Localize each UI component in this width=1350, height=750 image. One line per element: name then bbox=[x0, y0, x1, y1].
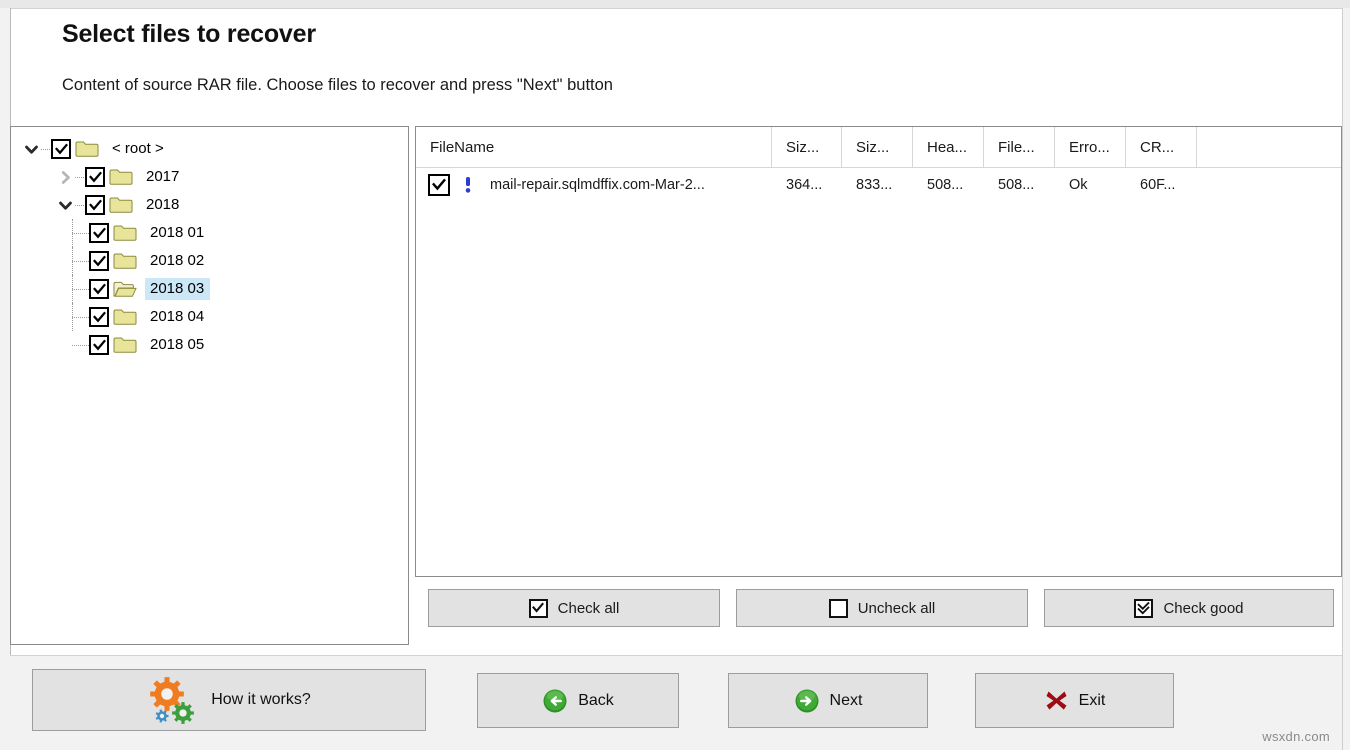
button-label: Next bbox=[829, 691, 863, 709]
tree-node-2018-02[interactable]: 2018 02 bbox=[21, 247, 408, 275]
window-top-strip bbox=[0, 0, 1350, 9]
tree-connector bbox=[75, 167, 85, 187]
tree-node-checkbox[interactable] bbox=[89, 279, 109, 299]
file-cell-1: 833... bbox=[856, 177, 893, 193]
column-header-hea-3[interactable]: Hea... bbox=[913, 127, 984, 167]
button-label: Back bbox=[578, 691, 614, 709]
tree-node-2018-04[interactable]: 2018 04 bbox=[21, 303, 408, 331]
checkbox-empty-icon bbox=[828, 598, 848, 618]
file-cell-5: 60F... bbox=[1140, 177, 1176, 193]
button-label: Check all bbox=[557, 599, 620, 617]
tree-node-checkbox[interactable] bbox=[85, 195, 105, 215]
tree-node-label: 2017 bbox=[146, 168, 180, 185]
column-header-file-4[interactable]: File... bbox=[984, 127, 1055, 167]
chevron-right-icon[interactable] bbox=[55, 167, 75, 187]
folder-closed-icon bbox=[113, 306, 139, 328]
button-label: How it works? bbox=[211, 691, 311, 708]
tree-node-checkbox[interactable] bbox=[85, 167, 105, 187]
tree-node-label: 2018 bbox=[146, 196, 180, 213]
file-name-cell: mail-repair.sqlmdffix.com-Mar-2... bbox=[490, 177, 705, 193]
checkbox-double-check-icon bbox=[1134, 598, 1154, 618]
tree-node-label: 2018 04 bbox=[150, 308, 205, 325]
column-header-filename-0[interactable]: FileName bbox=[416, 127, 772, 167]
checkbox-checked-icon bbox=[528, 598, 548, 618]
tree-node-checkbox[interactable] bbox=[51, 139, 71, 159]
tree-node-label: 2018 02 bbox=[150, 252, 205, 269]
column-header-siz-1[interactable]: Siz... bbox=[772, 127, 842, 167]
folder-tree-panel[interactable]: < root > 2017 2018 2018 01 2018 02 2018 03 201… bbox=[10, 126, 409, 645]
column-header-erro-5[interactable]: Erro... bbox=[1055, 127, 1126, 167]
tree-node-2018[interactable]: 2018 bbox=[21, 191, 408, 219]
tree-node-2018-01[interactable]: 2018 01 bbox=[21, 219, 408, 247]
folder-closed-icon bbox=[113, 334, 139, 356]
tree-node-checkbox[interactable] bbox=[89, 223, 109, 243]
page-subtitle: Content of source RAR file. Choose files… bbox=[62, 76, 613, 94]
file-cell-4: Ok bbox=[1069, 177, 1088, 193]
tree-node-2018-03[interactable]: 2018 03 bbox=[21, 275, 408, 303]
footer-toolbar: How it works? Back Next Exit wsxdn.com bbox=[10, 655, 1342, 750]
back-arrow-icon bbox=[542, 688, 568, 714]
tree-node-checkbox[interactable] bbox=[89, 307, 109, 327]
file-list-header: FileName Siz... Siz... Hea... File... Erro...… bbox=[416, 127, 1341, 168]
file-cell-2: 508... bbox=[927, 177, 964, 193]
tree-node-checkbox[interactable] bbox=[89, 251, 109, 271]
folder-closed-icon bbox=[75, 138, 101, 160]
exit-x-icon bbox=[1044, 688, 1069, 713]
page-title: Select files to recover bbox=[62, 20, 316, 48]
warning-icon bbox=[462, 176, 476, 195]
wizard-window: Select files to recover Content of sourc… bbox=[0, 0, 1350, 750]
file-cell-3: 508... bbox=[998, 177, 1035, 193]
next-button[interactable]: Next bbox=[728, 673, 928, 728]
tree-node-root[interactable]: < root > bbox=[21, 135, 408, 163]
folder-closed-icon bbox=[113, 222, 139, 244]
tree-connector bbox=[41, 139, 51, 159]
how-it-works-button[interactable]: How it works? bbox=[32, 669, 426, 731]
exit-button[interactable]: Exit bbox=[975, 673, 1174, 728]
file-list-row[interactable]: mail-repair.sqlmdffix.com-Mar-2... 364...… bbox=[416, 168, 1341, 202]
folder-closed-icon bbox=[109, 194, 135, 216]
chevron-down-icon[interactable] bbox=[21, 139, 41, 159]
column-header-blank-7[interactable] bbox=[1197, 127, 1341, 167]
file-cell-0: 364... bbox=[786, 177, 823, 193]
file-list-panel[interactable]: FileName Siz... Siz... Hea... File... Erro...… bbox=[415, 126, 1342, 577]
button-label: Check good bbox=[1163, 599, 1244, 617]
check-good-button[interactable]: Check good bbox=[1044, 589, 1334, 627]
tree-node-label: < root > bbox=[112, 140, 164, 157]
window-right-edge bbox=[1342, 8, 1350, 750]
back-button[interactable]: Back bbox=[477, 673, 679, 728]
file-row-checkbox[interactable] bbox=[428, 174, 450, 196]
tree-node-label: 2018 03 bbox=[145, 278, 211, 300]
folder-closed-icon bbox=[113, 250, 139, 272]
button-label: Exit bbox=[1078, 691, 1106, 709]
tree-connector bbox=[75, 195, 85, 215]
uncheck-all-button[interactable]: Uncheck all bbox=[736, 589, 1028, 627]
chevron-down-icon[interactable] bbox=[55, 195, 75, 215]
tree-node-2017[interactable]: 2017 bbox=[21, 163, 408, 191]
tree-node-label: 2018 01 bbox=[150, 224, 205, 241]
check-all-button[interactable]: Check all bbox=[428, 589, 720, 627]
column-header-cr-6[interactable]: CR... bbox=[1126, 127, 1197, 167]
tree-node-2018-05[interactable]: 2018 05 bbox=[21, 331, 408, 359]
tree-node-checkbox[interactable] bbox=[89, 335, 109, 355]
gears-icon bbox=[147, 675, 201, 725]
button-label: Uncheck all bbox=[857, 599, 936, 617]
next-arrow-icon bbox=[794, 688, 820, 714]
watermark: wsxdn.com bbox=[1262, 729, 1330, 744]
tree-node-label: 2018 05 bbox=[150, 336, 205, 353]
folder-open-icon bbox=[113, 278, 139, 300]
column-header-siz-2[interactable]: Siz... bbox=[842, 127, 913, 167]
folder-closed-icon bbox=[109, 166, 135, 188]
